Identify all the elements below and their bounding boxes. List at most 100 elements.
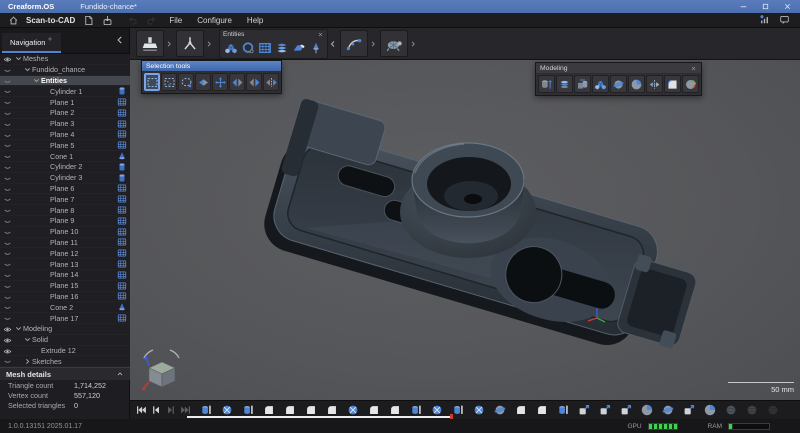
history-button[interactable] xyxy=(744,403,759,418)
history-button[interactable] xyxy=(681,403,696,418)
tree-item[interactable]: Plane 4 xyxy=(0,130,130,141)
visibility-toggle-icon[interactable] xyxy=(3,98,12,107)
expand-chevron-icon[interactable] xyxy=(41,292,50,301)
tool-button[interactable] xyxy=(263,73,279,91)
visibility-toggle-icon[interactable] xyxy=(3,66,12,75)
tree-item[interactable]: Plane 6 xyxy=(0,184,130,195)
tree-item[interactable]: Cone 2 xyxy=(0,302,130,313)
tree-item[interactable]: Plane 17 xyxy=(0,313,130,324)
history-button[interactable] xyxy=(513,403,528,418)
tree-item[interactable]: Cylinder 3 xyxy=(0,173,130,184)
tree-item[interactable]: Solid xyxy=(0,335,130,346)
tool-button[interactable] xyxy=(664,75,681,93)
collapse-icon[interactable] xyxy=(329,40,337,48)
visibility-toggle-icon[interactable] xyxy=(3,163,12,172)
mesh-details-header[interactable]: Mesh details xyxy=(0,367,130,380)
tool-button[interactable] xyxy=(592,75,609,93)
expand-chevron-icon[interactable] xyxy=(41,281,50,290)
history-button[interactable] xyxy=(555,403,570,418)
history-button[interactable] xyxy=(134,403,147,418)
tool-button[interactable] xyxy=(195,73,211,91)
visibility-toggle-icon[interactable] xyxy=(3,55,12,64)
history-button[interactable] xyxy=(660,403,675,418)
entities-tool-button[interactable] xyxy=(308,39,324,57)
expand-chevron-icon[interactable] xyxy=(41,238,50,247)
visibility-toggle-icon[interactable] xyxy=(3,271,12,280)
tree-item[interactable]: Meshes xyxy=(0,54,130,65)
tree-item[interactable]: Plane 12 xyxy=(0,248,130,259)
visibility-toggle-icon[interactable] xyxy=(3,325,12,334)
toolbar-button[interactable] xyxy=(136,30,164,57)
scanned-part-model[interactable] xyxy=(130,60,800,400)
expand-chevron-icon[interactable] xyxy=(23,335,32,344)
toolbar-button[interactable] xyxy=(340,30,368,57)
expand-chevron-icon[interactable] xyxy=(41,98,50,107)
expand-chevron-icon[interactable] xyxy=(41,108,50,117)
tab-navigation[interactable]: Navigation xyxy=(2,33,61,53)
tree-item[interactable]: Fundido_chance xyxy=(0,65,130,76)
menu-bar-icon[interactable] xyxy=(83,15,94,26)
visibility-toggle-icon[interactable] xyxy=(3,347,12,356)
visibility-toggle-icon[interactable] xyxy=(3,77,12,86)
visibility-toggle-icon[interactable] xyxy=(3,206,12,215)
history-button[interactable] xyxy=(576,403,591,418)
expand-chevron-icon[interactable] xyxy=(41,260,50,269)
expand-chevron-icon[interactable] xyxy=(41,162,50,171)
tree-item[interactable]: Extrude 12 xyxy=(0,346,130,357)
expand-chevron-icon[interactable] xyxy=(41,206,50,215)
close-icon[interactable] xyxy=(690,65,697,72)
history-button[interactable] xyxy=(164,403,177,418)
expand-chevron-icon[interactable] xyxy=(41,184,50,193)
tool-button[interactable] xyxy=(610,75,627,93)
tree-item[interactable]: Cylinder 2 xyxy=(0,162,130,173)
history-button[interactable] xyxy=(471,403,486,418)
expand-chevron-icon[interactable] xyxy=(41,303,50,312)
tool-button[interactable] xyxy=(178,73,194,91)
tree-item[interactable]: Plane 14 xyxy=(0,270,130,281)
menu-item[interactable]: Configure xyxy=(197,16,232,25)
entities-tool-button[interactable] xyxy=(223,39,239,57)
close-icon[interactable] xyxy=(317,31,324,38)
expand-chevron-icon[interactable] xyxy=(14,54,23,63)
chevron-right-icon[interactable] xyxy=(409,40,417,48)
expand-chevron-icon[interactable] xyxy=(41,119,50,128)
menu-bar-icon[interactable] xyxy=(102,15,113,26)
visibility-toggle-icon[interactable] xyxy=(3,109,12,118)
tree-item[interactable]: Cylinder 1 xyxy=(0,86,130,97)
expand-chevron-icon[interactable] xyxy=(41,130,50,139)
tree-item[interactable]: Plane 11 xyxy=(0,238,130,249)
tool-button[interactable] xyxy=(144,73,160,91)
toolbar-button[interactable] xyxy=(176,30,204,57)
tree-item[interactable]: Cone 1 xyxy=(0,151,130,162)
entities-tool-button[interactable] xyxy=(240,39,256,57)
visibility-toggle-icon[interactable] xyxy=(3,249,12,258)
tree-item[interactable]: Plane 13 xyxy=(0,259,130,270)
visibility-toggle-icon[interactable] xyxy=(3,260,12,269)
tree-item[interactable]: Plane 8 xyxy=(0,205,130,216)
toolbar-button[interactable] xyxy=(380,30,408,57)
expand-chevron-icon[interactable] xyxy=(23,357,32,366)
expand-chevron-icon[interactable] xyxy=(14,324,23,333)
expand-chevron-icon[interactable] xyxy=(41,249,50,258)
visibility-toggle-icon[interactable] xyxy=(3,87,12,96)
visibility-toggle-icon[interactable] xyxy=(3,174,12,183)
history-button[interactable] xyxy=(492,403,507,418)
tool-button[interactable] xyxy=(538,75,555,93)
chevron-up-icon[interactable] xyxy=(116,370,124,378)
tree-item[interactable]: Plane 15 xyxy=(0,281,130,292)
menu-bar-icon[interactable] xyxy=(127,15,138,26)
visibility-toggle-icon[interactable] xyxy=(3,303,12,312)
expand-chevron-icon[interactable] xyxy=(41,173,50,182)
visibility-toggle-icon[interactable] xyxy=(3,120,12,129)
home-icon[interactable] xyxy=(8,15,19,26)
tree-item[interactable]: Plane 9 xyxy=(0,216,130,227)
history-button[interactable] xyxy=(639,403,654,418)
tree-item[interactable]: Plane 16 xyxy=(0,292,130,303)
menu-item[interactable]: Help xyxy=(247,16,263,25)
selection-tools-header[interactable]: Selection tools xyxy=(142,61,281,71)
window-control-icon[interactable] xyxy=(739,2,748,11)
history-button[interactable] xyxy=(149,403,162,418)
tool-button[interactable] xyxy=(246,73,262,91)
entities-tool-button[interactable] xyxy=(291,39,307,57)
tool-button[interactable] xyxy=(682,75,699,93)
